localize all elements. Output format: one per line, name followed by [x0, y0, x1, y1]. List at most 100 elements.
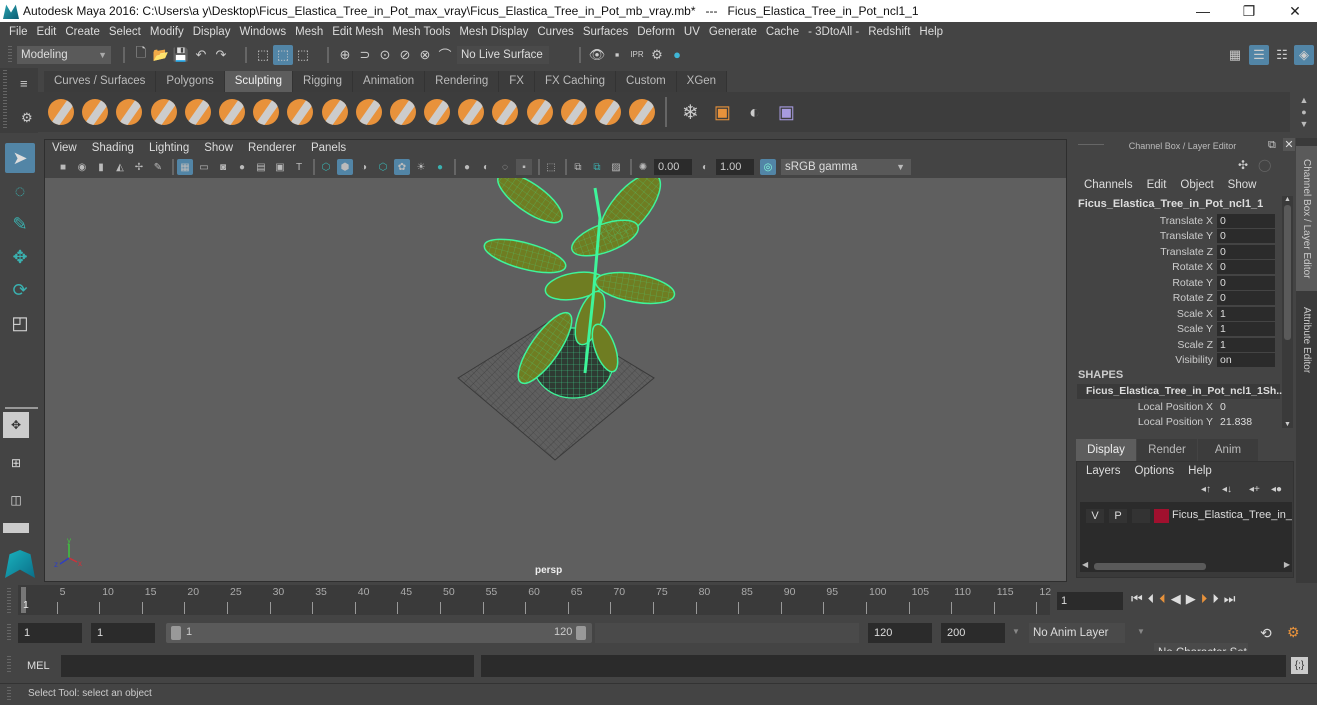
menu-windows[interactable]: Windows [239, 26, 286, 38]
channel-value[interactable]: 1 [1217, 337, 1275, 352]
four-view-layout-icon[interactable]: ⊞ [3, 450, 29, 476]
layer-hscrollbar[interactable]: ◀ ▶ [1082, 560, 1290, 572]
menu-surfaces[interactable]: Surfaces [583, 26, 628, 38]
imprint-tool-icon[interactable] [355, 99, 382, 125]
safe-title-icon[interactable]: T [291, 159, 307, 175]
layer-tab-display[interactable]: Display [1076, 439, 1136, 461]
close-button[interactable]: ✕ [1272, 0, 1317, 22]
relax-tool-icon[interactable] [116, 99, 143, 125]
xray-icon[interactable]: ⧉ [570, 159, 586, 175]
menu-select[interactable]: Select [109, 26, 141, 38]
anim-layer-dropdown[interactable]: No Anim Layer [1029, 623, 1125, 643]
menu-help[interactable]: Help [919, 26, 943, 38]
grease-pencil-icon[interactable]: ✎ [150, 159, 166, 175]
modeling-toolkit-icon[interactable]: ▦ [1225, 45, 1245, 65]
color-space-dropdown[interactable]: sRGB gamma ▼ [781, 159, 911, 175]
menu-deform[interactable]: Deform [637, 26, 675, 38]
snap-icon[interactable]: ⌒ [435, 45, 455, 65]
channel-row[interactable]: Rotate Z 0 [1070, 291, 1280, 306]
image-plane-icon[interactable]: ◭ [112, 159, 128, 175]
scroll-down-icon[interactable]: ▼ [1294, 118, 1314, 130]
shelf-tab-rigging[interactable]: Rigging [293, 71, 354, 92]
new-layer-selected-icon[interactable]: ◂● [1271, 484, 1282, 495]
camera-attributes-icon[interactable]: ◉ [74, 159, 90, 175]
help-line-grip[interactable] [7, 687, 11, 702]
layer-visibility-toggle[interactable]: V [1086, 509, 1104, 523]
redo-icon[interactable]: ↷ [211, 45, 231, 65]
animation-start-field[interactable]: 1 [18, 623, 82, 643]
range-start-handle[interactable] [171, 626, 181, 640]
color-management-icon[interactable]: ◎ [760, 159, 776, 175]
film-gate-icon[interactable]: ▭ [196, 159, 212, 175]
grid-icon[interactable]: ▦ [177, 159, 193, 175]
spray-tool-icon[interactable] [287, 99, 314, 125]
go-to-start-icon[interactable]: ⏮ [1131, 591, 1143, 607]
isolate-select-icon[interactable]: ⬚ [543, 159, 559, 175]
menu-cache[interactable]: Cache [766, 26, 799, 38]
use-all-lights-icon[interactable]: ☀ [413, 159, 429, 175]
smear-tool-icon[interactable] [526, 99, 553, 125]
command-grip[interactable] [7, 656, 11, 674]
render-view-icon[interactable]: 👁 [587, 45, 607, 65]
manipulator-axis-icon[interactable]: ✣ [1238, 158, 1248, 172]
mode-dropdown[interactable]: Modeling ▼ [17, 45, 111, 64]
channel-row[interactable]: Visibility on [1070, 353, 1280, 368]
rotate-tool-icon[interactable]: ⟳ [5, 275, 35, 305]
range-end-handle[interactable] [576, 626, 586, 640]
wireframe-on-shaded-icon[interactable]: ⬡ [375, 159, 391, 175]
smooth-shade-icon[interactable]: ⬢ [337, 159, 353, 175]
layer-menu-options[interactable]: Options [1135, 465, 1175, 477]
go-to-end-icon[interactable]: ⏭ [1224, 591, 1236, 607]
timeline-grip[interactable] [7, 588, 11, 614]
gamma-field[interactable]: 1.00 [716, 159, 754, 175]
layer-menu-help[interactable]: Help [1188, 465, 1212, 477]
mesh-sculpt-settings-icon[interactable]: ◐ [741, 99, 767, 125]
toolbar-grip[interactable] [8, 46, 12, 63]
channel-row[interactable]: Scale X 1 [1070, 306, 1280, 321]
snap-curve-icon[interactable]: ⊃ [355, 45, 375, 65]
layer-color-swatch[interactable] [1154, 509, 1169, 523]
minimize-button[interactable]: — [1180, 0, 1226, 22]
sculpt-tools-window-icon[interactable]: ▣ [709, 99, 735, 125]
animation-preferences-icon[interactable]: ⚙ [1287, 624, 1300, 641]
channel-box-toggle-icon[interactable]: ◈ [1294, 44, 1314, 65]
field-chart-icon[interactable]: ▤ [253, 159, 269, 175]
save-scene-icon[interactable]: 💾 [171, 45, 191, 65]
vp-menu-view[interactable]: View [52, 142, 77, 154]
convert-to-frozen-icon[interactable]: ❄ [677, 99, 703, 125]
flatten-tool-icon[interactable] [218, 99, 245, 125]
snap-point-icon[interactable]: ⊙ [375, 45, 395, 65]
persp-graph-layout-icon[interactable] [3, 523, 29, 533]
playback-start-field[interactable]: 1 [91, 623, 155, 643]
cb-menu-object[interactable]: Object [1180, 179, 1213, 191]
object-name[interactable]: Ficus_Elastica_Tree_in_Pot_ncl1_1 [1078, 198, 1263, 210]
channel-value[interactable]: 0 [1217, 400, 1275, 414]
menu-modify[interactable]: Modify [150, 26, 184, 38]
ipr-render-icon[interactable]: IPR [627, 45, 647, 65]
lasso-tool-icon[interactable]: ◌ [5, 176, 35, 206]
stamp-settings-icon[interactable]: ▣ [773, 99, 799, 125]
safe-action-icon[interactable]: ▣ [272, 159, 288, 175]
gate-mask-icon[interactable]: ● [234, 159, 250, 175]
wireframe-icon[interactable]: ⬡ [318, 159, 334, 175]
pinch-tool-icon[interactable] [184, 99, 211, 125]
move-layer-up-icon[interactable]: ◂↑ [1201, 484, 1211, 495]
step-back-frame-icon[interactable]: ⏴ [1148, 591, 1155, 607]
hypershade-icon[interactable]: ● [667, 45, 687, 65]
menu-create[interactable]: Create [65, 26, 100, 38]
menu-generate[interactable]: Generate [709, 26, 757, 38]
xray-joints-icon[interactable]: ⧉ [589, 159, 605, 175]
single-perspective-layout-icon[interactable]: ✥ [3, 412, 29, 438]
restore-button[interactable]: ❐ [1226, 0, 1272, 22]
menu-edit-mesh[interactable]: Edit Mesh [332, 26, 383, 38]
2d-pan-zoom-icon[interactable]: ✢ [131, 159, 147, 175]
vp-menu-panels[interactable]: Panels [311, 142, 346, 154]
step-forward-key-icon[interactable]: ⏵ [1201, 591, 1208, 607]
maya-home-icon[interactable] [5, 550, 35, 578]
persp-outliner-layout-icon[interactable]: ◫ [3, 487, 29, 513]
play-backwards-icon[interactable]: ◀ [1171, 591, 1181, 607]
layer-name[interactable]: Ficus_Elastica_Tree_in_Pc [1172, 509, 1292, 521]
cb-menu-channels[interactable]: Channels [1084, 179, 1133, 191]
cb-menu-edit[interactable]: Edit [1147, 179, 1167, 191]
menu-3dtoall[interactable]: - 3DtoAll - [808, 26, 859, 38]
